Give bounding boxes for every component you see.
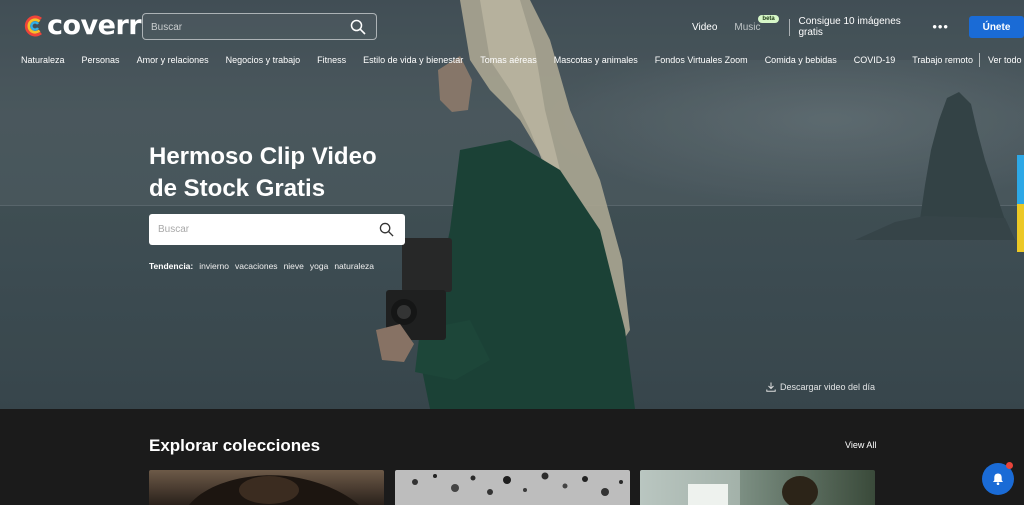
- bell-icon: [993, 473, 1003, 485]
- see-all-categories-link[interactable]: Ver todo: [988, 55, 1022, 65]
- category-link[interactable]: Naturaleza: [21, 55, 65, 65]
- collection-thumbnail[interactable]: [149, 470, 384, 505]
- nav-music-link[interactable]: Music beta: [734, 14, 779, 33]
- collections-title: Explorar colecciones: [149, 436, 321, 455]
- notification-dot: [1006, 462, 1013, 469]
- category-link[interactable]: Comida y bebidas: [765, 55, 837, 65]
- category-link[interactable]: Negocios y trabajo: [226, 55, 301, 65]
- free-images-promo-link[interactable]: Consigue 10 imágenes gratis: [798, 16, 919, 38]
- side-accent-blue: [1017, 155, 1024, 204]
- category-link[interactable]: COVID-19: [854, 55, 896, 65]
- nav-music-label: Music: [734, 21, 761, 33]
- nav-divider: [788, 18, 790, 36]
- category-link[interactable]: Mascotas y animales: [554, 55, 638, 65]
- more-options-icon[interactable]: •••: [932, 20, 949, 33]
- collection-thumbnail[interactable]: [640, 470, 875, 505]
- category-link[interactable]: Fondos Virtuales Zoom: [655, 55, 748, 65]
- logo-rainbow-icon: [24, 15, 42, 37]
- collection-thumbnail[interactable]: [395, 470, 630, 505]
- download-icon: [766, 382, 776, 392]
- hero-title-line-1: Hermoso Clip Video: [149, 143, 377, 170]
- trending-label: Tendencia:: [149, 261, 194, 271]
- category-divider: [978, 53, 980, 67]
- top-navigation: coverr Video Music beta Consigue 10 imág…: [0, 0, 1024, 75]
- side-accent-yellow: [1017, 204, 1024, 252]
- header-search-input[interactable]: [151, 18, 341, 36]
- search-icon[interactable]: [379, 222, 394, 237]
- category-link[interactable]: Amor y relaciones: [137, 55, 209, 65]
- view-all-link[interactable]: View All: [845, 440, 876, 450]
- collection-thumbnail-image: [412, 472, 623, 496]
- trending-tag[interactable]: yoga: [310, 261, 328, 271]
- join-button[interactable]: Únete: [968, 16, 1024, 38]
- download-video-of-day-link[interactable]: Descargar video del día: [766, 382, 875, 392]
- category-bar: Naturaleza Personas Amor y relaciones Ne…: [21, 53, 1024, 67]
- coverr-logo[interactable]: coverr: [24, 10, 142, 41]
- trending-tag[interactable]: nieve: [284, 261, 304, 271]
- hero-search-box[interactable]: [149, 214, 405, 245]
- trending-tag[interactable]: invierno: [199, 261, 229, 271]
- category-link[interactable]: Fitness: [317, 55, 346, 65]
- collection-thumbnail-image: [189, 475, 359, 505]
- trending-searches: Tendencia: invierno vacaciones nieve yog…: [149, 261, 380, 271]
- search-icon[interactable]: [350, 19, 366, 35]
- collection-thumbnail-image: [640, 470, 818, 505]
- collections-section: Explorar colecciones View All: [0, 409, 1024, 505]
- hero-search-input[interactable]: [158, 221, 358, 238]
- category-link[interactable]: Estilo de vida y bienestar: [363, 55, 463, 65]
- hero-title: Hermoso Clip Video de Stock Gratis: [149, 141, 439, 205]
- beta-badge: beta: [758, 14, 779, 23]
- header-right-menu: Video Music beta Consigue 10 imágenes gr…: [692, 14, 1024, 38]
- header-search-box[interactable]: [142, 13, 377, 40]
- nav-video-link[interactable]: Video: [692, 22, 717, 33]
- trending-tag[interactable]: naturaleza: [334, 261, 374, 271]
- trending-tag[interactable]: vacaciones: [235, 261, 278, 271]
- category-link[interactable]: Tomas aéreas: [480, 55, 537, 65]
- download-label: Descargar video del día: [780, 382, 876, 392]
- category-link[interactable]: Personas: [82, 55, 120, 65]
- hero-title-line-2: de Stock Gratis: [149, 175, 326, 202]
- category-link[interactable]: Trabajo remoto: [912, 55, 973, 65]
- logo-text: coverr: [47, 10, 142, 41]
